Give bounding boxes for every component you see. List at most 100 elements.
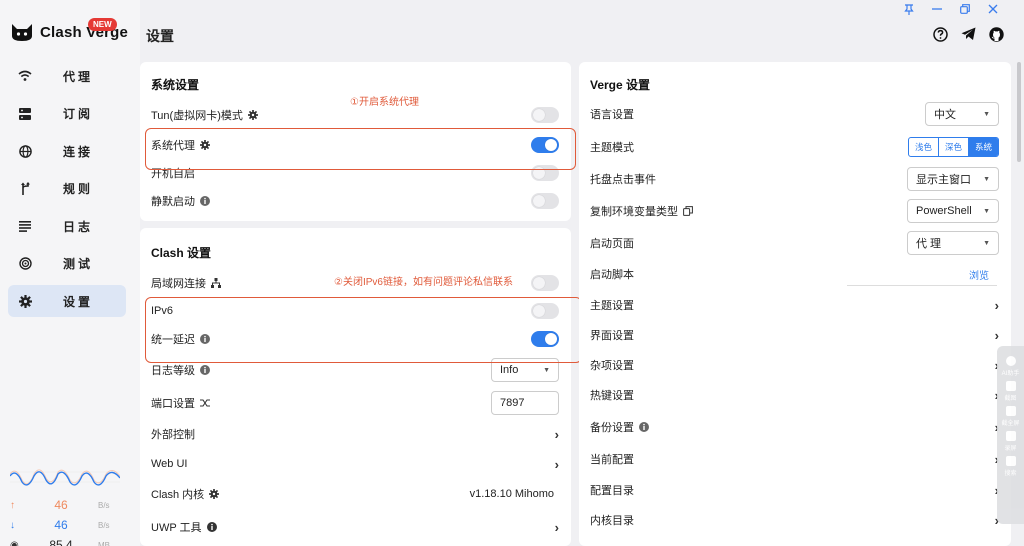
browse-button[interactable]: 浏览 [969,267,989,282]
current-config-row[interactable]: 当前配置 › [590,449,999,469]
chevron-right-icon: › [554,456,559,472]
cat-logo-icon [12,24,32,41]
floating-toolbar: AI助手 截图 截全屏 录屏 搜索 [997,346,1024,524]
info-icon[interactable] [200,196,210,206]
theme-light-option[interactable]: 浅色 [909,138,939,156]
nav-item-rules[interactable]: 规则 [8,173,126,205]
search-icon [1005,456,1016,466]
theme-dark-option[interactable]: 深色 [939,138,969,156]
nav-item-logs[interactable]: 日志 [8,210,126,242]
nav-item-proxies[interactable]: 代理 [8,60,126,92]
start-page-select[interactable]: 代 理 ▼ [907,231,999,255]
language-label: 语言设置 [590,109,634,121]
nav-item-test[interactable]: 测试 [8,248,126,280]
core-dir-row[interactable]: 内核目录 › [590,510,999,530]
web-ui-label: Web UI [151,458,188,470]
clash-core-version: v1.18.10 Mihomo [469,488,554,500]
gear-icon [18,294,32,308]
row-label: 备份设置 [590,419,649,435]
memory-usage: ◉ 85.4 MB [10,535,130,546]
header-actions [932,26,1004,42]
config-dir-label: 配置目录 [590,485,634,497]
theme-mode-toggle-group: 浅色 深色 系统 [907,137,999,157]
ft-item-ai[interactable]: AI助手 [997,356,1024,377]
list-icon [18,219,32,233]
theme-settings-row[interactable]: 主题设置 › [590,295,999,315]
minimize-icon[interactable] [932,4,942,14]
log-level-value: Info [500,364,519,376]
theme-settings-label: 主题设置 [590,300,634,312]
port-input[interactable]: 7897 [491,391,559,415]
web-ui-row[interactable]: Web UI › [151,454,559,474]
language-select[interactable]: 中文 ▼ [925,102,999,126]
caret-down-icon: ▼ [983,239,990,247]
tun-mode-label: Tun(虚拟网卡)模式 [151,110,243,122]
theme-system-option[interactable]: 系统 [968,138,998,156]
verge-settings-card: Verge 设置 语言设置 中文 ▼ 主题模式 浅色 深色 系统 托盘点击事件 … [579,62,1011,546]
port-value: 7897 [500,397,525,409]
tray-click-select[interactable]: 显示主窗口 ▼ [907,167,999,191]
page-title: 设置 [146,28,174,44]
gear-icon[interactable] [209,489,220,499]
ui-settings-label: 界面设置 [590,330,634,342]
row-label: Clash 内核 [151,486,220,502]
ft-item-screenshot[interactable]: 截图 [997,381,1024,402]
backup-settings-label: 备份设置 [590,422,634,434]
nav-label: 测试 [63,257,94,271]
video-icon [1005,431,1016,441]
close-icon[interactable] [988,4,998,14]
silent-start-row: 静默启动 [151,191,559,211]
info-icon[interactable] [200,365,210,375]
uwp-tool-label: UWP 工具 [151,522,202,534]
backup-settings-row[interactable]: 备份设置 › [590,417,999,437]
new-badge: NEW [88,18,117,31]
ft-label: 搜索 [1004,471,1017,477]
start-script-label: 启动脚本 [590,269,634,281]
caret-down-icon: ▼ [983,110,990,118]
nav-label: 设置 [63,294,94,309]
config-dir-row[interactable]: 配置目录 › [590,480,999,500]
external-control-row[interactable]: 外部控制 › [151,424,559,444]
pin-icon[interactable] [904,3,914,15]
copy-icon[interactable] [683,206,693,216]
telegram-icon[interactable] [960,26,976,42]
github-icon[interactable] [988,26,1004,42]
scrollbar[interactable] [1017,62,1021,162]
env-type-value: PowerShell [916,205,972,217]
silent-start-toggle[interactable] [531,193,559,209]
port-row: 端口设置 7897 [151,391,559,415]
start-script-row: 启动脚本 浏览 [590,264,999,284]
upload-value: 46 [54,498,68,512]
info-icon[interactable] [639,422,649,432]
tun-mode-toggle[interactable] [531,107,559,123]
hotkey-settings-label: 热键设置 [590,390,634,402]
start-page-row: 启动页面 代 理 ▼ [590,231,999,255]
nav-label: 连接 [63,144,94,159]
nav-item-settings[interactable]: 设置 [8,285,126,317]
help-icon[interactable] [932,26,948,42]
info-icon[interactable] [206,522,217,532]
uwp-tool-row[interactable]: UWP 工具 › [151,517,559,537]
card-title: Clash 设置 [151,246,212,260]
hotkey-settings-row[interactable]: 热键设置 › [590,385,999,405]
current-config-label: 当前配置 [590,454,634,466]
lan-toggle[interactable] [531,275,559,291]
env-type-row: 复制环境变量类型 PowerShell ▼ [590,199,999,223]
ft-label: 截全屏 [1001,421,1020,427]
nav-item-profiles[interactable]: 订阅 [8,98,126,130]
tray-click-row: 托盘点击事件 显示主窗口 ▼ [590,167,999,191]
ui-settings-row[interactable]: 界面设置 › [590,325,999,345]
monitor-icon [1005,406,1016,416]
shuffle-icon[interactable] [200,398,210,408]
ft-item-search[interactable]: 搜索 [997,456,1024,477]
nav-item-connections[interactable]: 连接 [8,135,126,167]
gear-icon[interactable] [247,110,258,120]
ft-item-fullscreen[interactable]: 截全屏 [997,406,1024,427]
misc-settings-row[interactable]: 杂项设置 › [590,355,999,375]
tray-click-label: 托盘点击事件 [590,174,656,186]
misc-settings-label: 杂项设置 [590,360,634,372]
ft-item-record[interactable]: 录屏 [997,431,1024,452]
restore-icon[interactable] [960,4,970,14]
silent-start-label: 静默启动 [151,196,195,208]
env-type-select[interactable]: PowerShell ▼ [907,199,999,223]
